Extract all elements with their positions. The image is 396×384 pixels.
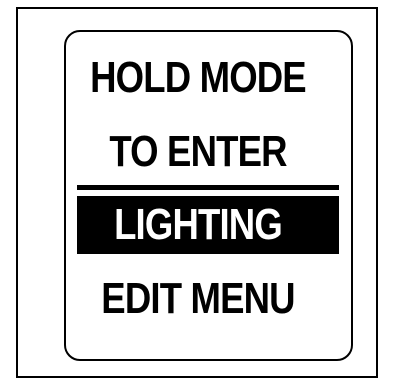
display-divider [77,185,339,190]
display-line-hold-mode: HOLD MODE [90,53,307,102]
display-line-to-enter: TO ENTER [109,127,287,176]
display-line-lighting: LIGHTING [114,200,283,249]
display-line-edit-menu: EDIT MENU [101,274,295,323]
